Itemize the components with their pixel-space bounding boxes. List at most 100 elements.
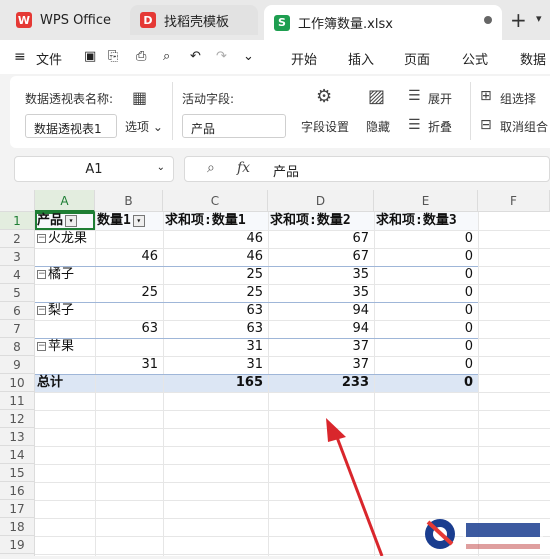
field-settings-icon[interactable]: ⚙	[316, 86, 332, 107]
table-cell[interactable]: 25	[165, 266, 266, 284]
column-header[interactable]: B	[95, 190, 163, 212]
table-cell[interactable]: 0	[376, 374, 476, 392]
table-cell[interactable]: 67	[270, 248, 372, 266]
row-header[interactable]: 6	[0, 302, 35, 320]
row-header[interactable]: 3	[0, 248, 35, 266]
table-cell[interactable]: 0	[376, 284, 476, 302]
table-cell[interactable]: 94	[270, 302, 372, 320]
table-cell[interactable]: 求和项:数量3	[376, 212, 476, 230]
row-header[interactable]: 2	[0, 230, 35, 248]
table-cell[interactable]: 0	[376, 338, 476, 356]
print-preview-icon[interactable]: ⌕	[163, 49, 170, 64]
column-header[interactable]: A	[35, 190, 95, 212]
pivot-table-icon[interactable]: ▦	[132, 88, 147, 107]
group-select-button[interactable]: 组选择	[500, 90, 536, 107]
tab-document[interactable]: S 工作簿数量.xlsx	[264, 5, 502, 40]
tab-close-icon[interactable]	[484, 16, 492, 24]
table-cell[interactable]: 0	[376, 320, 476, 338]
table-cell[interactable]: 0	[376, 248, 476, 266]
row-header[interactable]: 14	[0, 446, 35, 464]
table-cell[interactable]: − 苹果	[37, 338, 93, 356]
print-icon[interactable]: ⎙	[136, 49, 146, 64]
table-cell[interactable]: 67	[270, 230, 372, 248]
row-header[interactable]: 10	[0, 374, 35, 392]
hide-icon[interactable]: ▨	[368, 86, 385, 107]
menu-formula[interactable]: 公式	[462, 49, 488, 68]
group-select-icon[interactable]: ⊞	[480, 88, 492, 104]
table-cell[interactable]: − 橘子	[37, 266, 93, 284]
row-header[interactable]: 12	[0, 410, 35, 428]
hamburger-icon[interactable]: ≡	[14, 49, 26, 65]
pivot-name-field[interactable]: 数据透视表1	[25, 114, 117, 138]
table-cell[interactable]: − 梨子	[37, 302, 93, 320]
table-cell[interactable]: 37	[270, 356, 372, 374]
collapse-group-icon[interactable]: −	[37, 306, 46, 315]
table-cell[interactable]: 46	[165, 248, 266, 266]
table-cell[interactable]: 31	[165, 356, 266, 374]
table-cell[interactable]: 31	[165, 338, 266, 356]
collapse-group-icon[interactable]: −	[37, 234, 46, 243]
table-cell[interactable]: 数量1 ▾	[97, 212, 161, 230]
formula-input[interactable]: ⌕ fx 产品	[184, 156, 550, 182]
active-field-input[interactable]: 产品	[182, 114, 286, 138]
table-cell[interactable]: − 火龙果	[37, 230, 93, 248]
table-cell[interactable]: 0	[376, 230, 476, 248]
column-header[interactable]: D	[268, 190, 374, 212]
column-header[interactable]: C	[163, 190, 268, 212]
row-header[interactable]: 17	[0, 500, 35, 518]
table-cell[interactable]: 94	[270, 320, 372, 338]
table-cell[interactable]: 25	[97, 284, 161, 302]
collapse-group-icon[interactable]: −	[37, 342, 46, 351]
row-header[interactable]: 9	[0, 356, 35, 374]
chevron-down-icon[interactable]: ⌄	[157, 162, 165, 173]
row-header[interactable]: 18	[0, 518, 35, 536]
menu-start[interactable]: 开始	[291, 49, 317, 68]
filter-dropdown-icon[interactable]: ▾	[65, 214, 78, 227]
save-icon[interactable]: ▣	[84, 49, 96, 64]
expand-button[interactable]: 展开	[428, 90, 452, 107]
table-cell[interactable]: 求和项:数量2	[270, 212, 372, 230]
row-header[interactable]: 1	[0, 212, 35, 230]
collapse-group-icon[interactable]: −	[37, 270, 46, 279]
table-cell[interactable]: 31	[97, 356, 161, 374]
column-header[interactable]: F	[478, 190, 550, 212]
table-cell[interactable]: 0	[376, 356, 476, 374]
table-cell[interactable]: 165	[165, 374, 266, 392]
table-cell[interactable]: 产品 ▾	[37, 212, 93, 230]
menu-page[interactable]: 页面	[404, 49, 430, 68]
table-cell[interactable]: 35	[270, 266, 372, 284]
table-cell[interactable]: 求和项:数量1	[165, 212, 266, 230]
tab-wps-office[interactable]: W WPS Office	[6, 5, 124, 35]
filter-dropdown-icon[interactable]: ▾	[132, 214, 145, 227]
table-cell[interactable]: 总计	[37, 374, 93, 392]
row-header[interactable]: 8	[0, 338, 35, 356]
field-settings-button[interactable]: 字段设置	[301, 118, 349, 135]
table-cell[interactable]: 35	[270, 284, 372, 302]
ungroup-icon[interactable]: ⊟	[480, 117, 492, 133]
ungroup-button[interactable]: 取消组合	[500, 118, 548, 135]
table-cell[interactable]: 63	[97, 320, 161, 338]
table-cell[interactable]: 0	[376, 266, 476, 284]
hide-button[interactable]: 隐藏	[366, 118, 390, 135]
options-dropdown[interactable]: 选项 ⌄	[125, 118, 163, 135]
table-cell[interactable]: 37	[270, 338, 372, 356]
fx-icon[interactable]: fx	[237, 160, 250, 176]
table-cell[interactable]: 63	[165, 320, 266, 338]
redo-icon[interactable]: ↷	[216, 49, 227, 64]
row-header[interactable]: 5	[0, 284, 35, 302]
table-cell[interactable]: 0	[376, 302, 476, 320]
row-header[interactable]: 7	[0, 320, 35, 338]
row-header[interactable]: 15	[0, 464, 35, 482]
table-cell[interactable]: 46	[97, 248, 161, 266]
table-cell[interactable]: 233	[270, 374, 372, 392]
menu-file[interactable]: 文件	[36, 49, 62, 68]
name-box[interactable]: A1 ⌄	[14, 156, 174, 182]
table-cell[interactable]: 25	[165, 284, 266, 302]
menu-insert[interactable]: 插入	[348, 49, 374, 68]
table-cell[interactable]: 46	[165, 230, 266, 248]
menu-data[interactable]: 数据	[520, 49, 546, 68]
collapse-button[interactable]: 折叠	[428, 118, 452, 135]
column-header[interactable]: E	[374, 190, 478, 212]
row-header[interactable]: 13	[0, 428, 35, 446]
spreadsheet-grid[interactable]: ABCDEF1234567891011121314151617181920产品▾…	[0, 190, 550, 556]
